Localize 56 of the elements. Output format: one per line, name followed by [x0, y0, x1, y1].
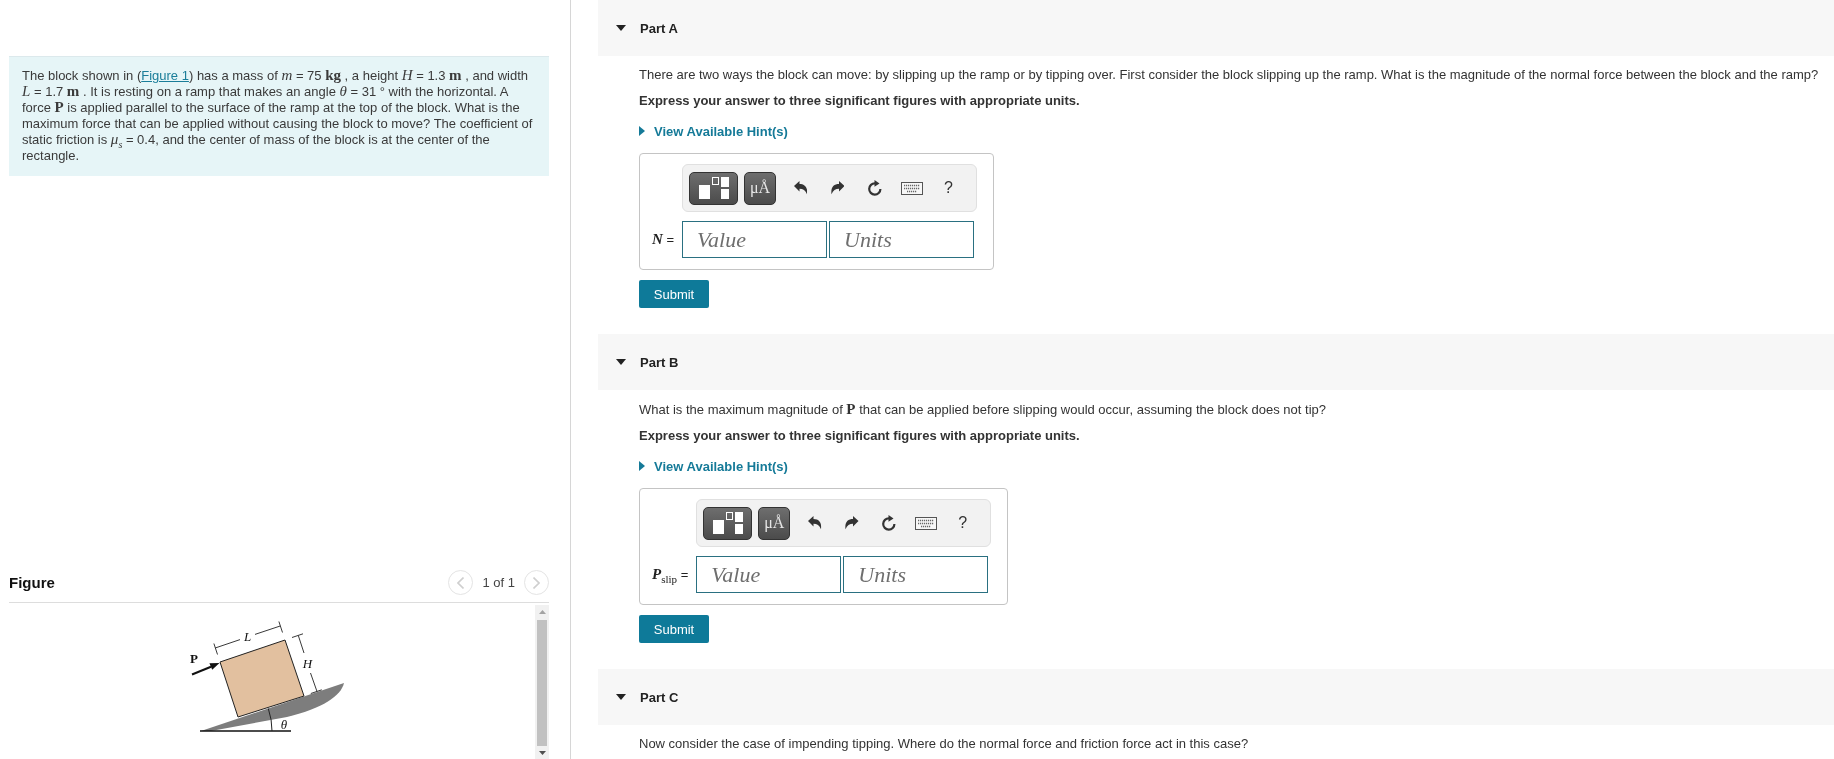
part-header[interactable]: Part A — [598, 0, 1834, 56]
scrollbar-track[interactable] — [535, 605, 549, 759]
force-label: P — [190, 651, 198, 666]
part-title: Part A — [640, 20, 678, 36]
units-field[interactable]: Units — [829, 221, 975, 258]
value-field[interactable]: Value — [696, 556, 842, 593]
scrollbar-thumb[interactable] — [537, 620, 547, 746]
figure-counter: 1 of 1 — [482, 575, 515, 590]
part-title: Part C — [640, 689, 679, 705]
figure-link[interactable]: Figure 1 — [141, 68, 189, 83]
height-label: H — [302, 656, 313, 671]
value-field[interactable]: Value — [682, 221, 828, 258]
part-title: Part B — [640, 354, 679, 370]
question-text: Now consider the case of impending tipping. Where do the normal force and friction force act in this case? — [639, 735, 1250, 753]
keyboard-icon — [900, 181, 923, 195]
length-label: L — [243, 629, 252, 644]
redo-icon — [845, 516, 859, 530]
height-dimension — [291, 633, 323, 694]
problem-text: The block shown in (Figure 1) has a mass of m = 75 kg , a height H = 1.3 m , and width L = 1.7 m . It is resting on a ramp that makes an angle θ = 31 ° with the horizontal. A force P is applied parallel to the surface of the ramp at the top of the block. What is the maximum force that can be applied without causing the block to move? The coefficient of static friction is μ$_{s}$ = 0.4, and the center of mass of the block is at the center of the rectangle. — [22, 68, 534, 164]
keyboard-icon — [914, 516, 937, 530]
redo-icon — [830, 181, 845, 195]
hint-link[interactable]: View Available Hint(s) — [639, 456, 788, 476]
figure-heading: Figure — [9, 574, 55, 591]
force-arrow — [191, 663, 220, 676]
hint-label[interactable]: View Available Hint(s) — [654, 123, 788, 139]
submit-button[interactable]: Submit — [639, 280, 709, 308]
template-icon — [698, 177, 729, 199]
chevron-right-icon — [533, 576, 540, 589]
instruction-text: Express your answer to three significant figures with appropriate units. — [639, 92, 1081, 110]
units-button[interactable]: μÅ — [744, 171, 777, 205]
part-header[interactable]: Part B — [598, 334, 1834, 390]
templates-button[interactable] — [689, 171, 739, 205]
undo-icon — [808, 516, 822, 530]
reset-icon — [880, 515, 897, 531]
units-field[interactable]: Units — [843, 556, 989, 593]
answer-label: N = — [652, 230, 675, 249]
question-text: There are two ways the block can move: by slipping up the ramp or by tipping over. First consider the block slipping up the ramp. What is the magnitude of the normal force between the block and the ramp? — [639, 66, 1820, 84]
help-button[interactable]: ? — [930, 171, 968, 205]
hint-link[interactable]: View Available Hint(s) — [639, 121, 788, 141]
units-button[interactable]: μÅ — [758, 506, 791, 540]
angle-arc — [267, 708, 273, 732]
undo-icon — [793, 181, 808, 195]
answer-label: P$_{slip}$ = — [652, 565, 689, 587]
hint-label[interactable]: View Available Hint(s) — [654, 458, 788, 474]
angle-label: θ — [280, 717, 288, 732]
chevron-left-icon — [457, 576, 465, 589]
instruction-text: Express your answer to three significant figures with appropriate units. — [639, 427, 1081, 445]
scroll-down-icon[interactable] — [538, 751, 546, 755]
submit-button[interactable]: Submit — [639, 615, 709, 643]
reset-icon — [866, 180, 883, 196]
templates-button[interactable] — [703, 506, 753, 540]
length-dimension — [213, 621, 283, 655]
question-text: What is the maximum magnitude of P that can be applied before slipping would occur, assuming the block does not tip? — [639, 400, 1327, 419]
part-header[interactable]: Part C — [598, 669, 1834, 725]
help-button[interactable]: ? — [944, 506, 982, 540]
template-icon — [712, 512, 743, 534]
